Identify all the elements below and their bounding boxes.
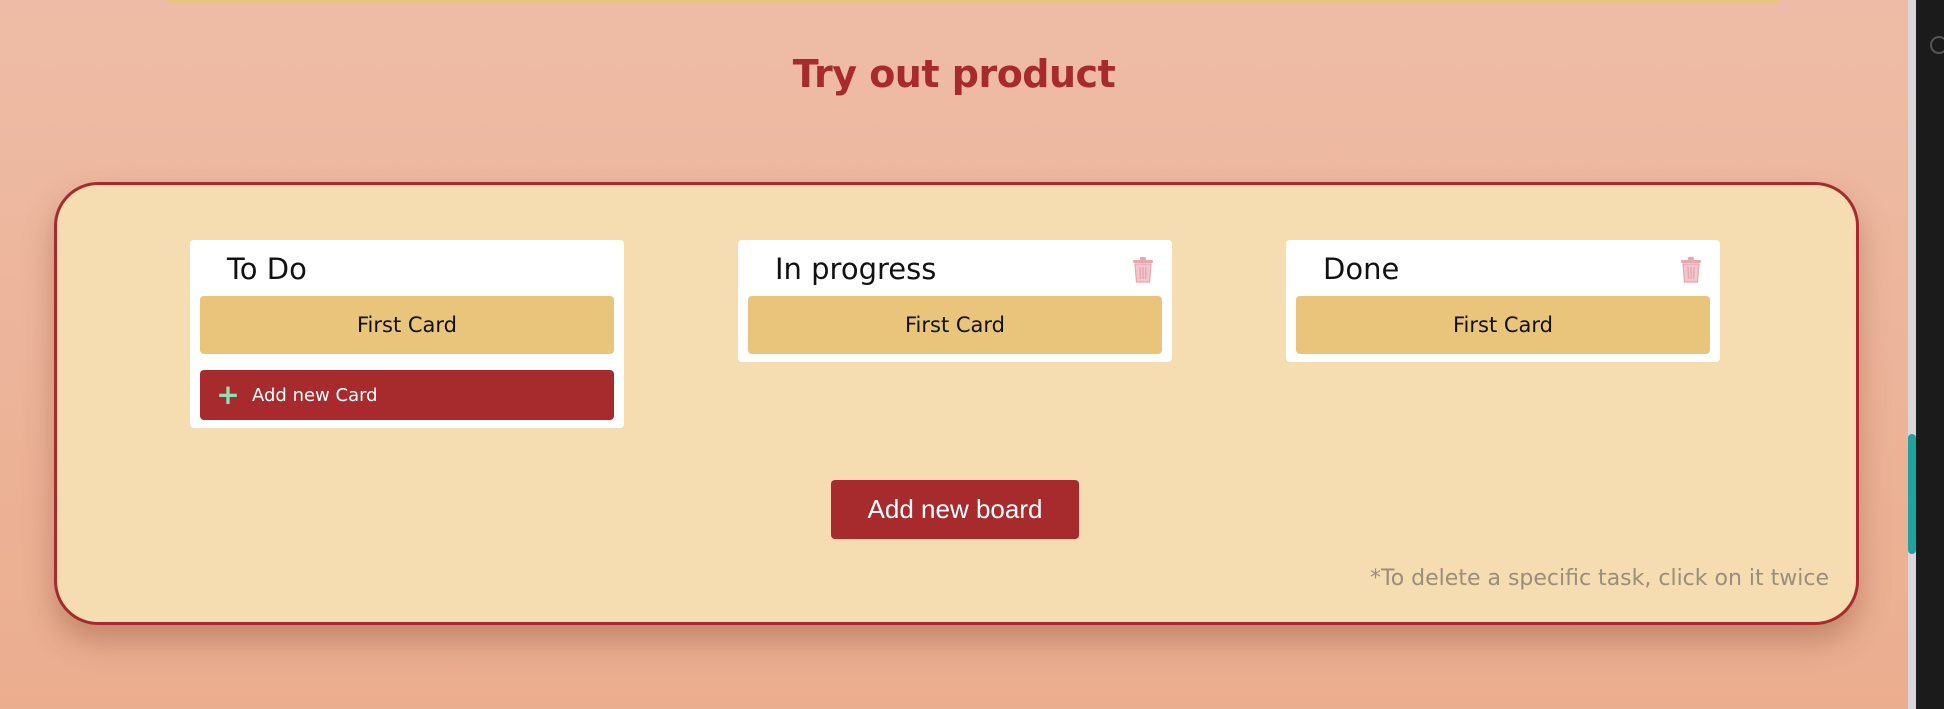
board-done: Done First Card bbox=[1286, 240, 1720, 362]
scrollbar-track[interactable] bbox=[1908, 0, 1916, 709]
task-card[interactable]: First Card bbox=[200, 296, 614, 354]
board-to-do: To Do First Card + Add new Card bbox=[190, 240, 624, 428]
trash-icon[interactable] bbox=[1680, 257, 1702, 283]
plus-icon: + bbox=[216, 378, 240, 411]
board-title: To Do bbox=[227, 252, 307, 286]
circle-icon[interactable] bbox=[1930, 36, 1944, 54]
board-header: To Do bbox=[190, 240, 624, 296]
side-panel-edge bbox=[1916, 0, 1944, 709]
add-board-button[interactable]: Add new board bbox=[831, 480, 1079, 539]
board-header: In progress bbox=[738, 240, 1172, 296]
scrollbar-thumb[interactable] bbox=[1908, 434, 1916, 554]
add-card-button[interactable]: + Add new Card bbox=[200, 370, 614, 420]
board-title: In progress bbox=[775, 252, 937, 286]
task-card[interactable]: First Card bbox=[1296, 296, 1710, 354]
delete-hint-note: *To delete a specific task, click on it … bbox=[1370, 566, 1829, 591]
page-title: Try out product bbox=[792, 52, 1116, 96]
trash-icon[interactable] bbox=[1132, 257, 1154, 283]
board-in-progress: In progress First Card bbox=[738, 240, 1172, 362]
board-title: Done bbox=[1323, 252, 1400, 286]
board-header: Done bbox=[1286, 240, 1720, 296]
add-card-label: Add new Card bbox=[252, 384, 378, 406]
kanban-playground: To Do First Card + Add new Card In progr… bbox=[54, 182, 1859, 625]
top-strip bbox=[168, 0, 1778, 3]
task-card[interactable]: First Card bbox=[748, 296, 1162, 354]
